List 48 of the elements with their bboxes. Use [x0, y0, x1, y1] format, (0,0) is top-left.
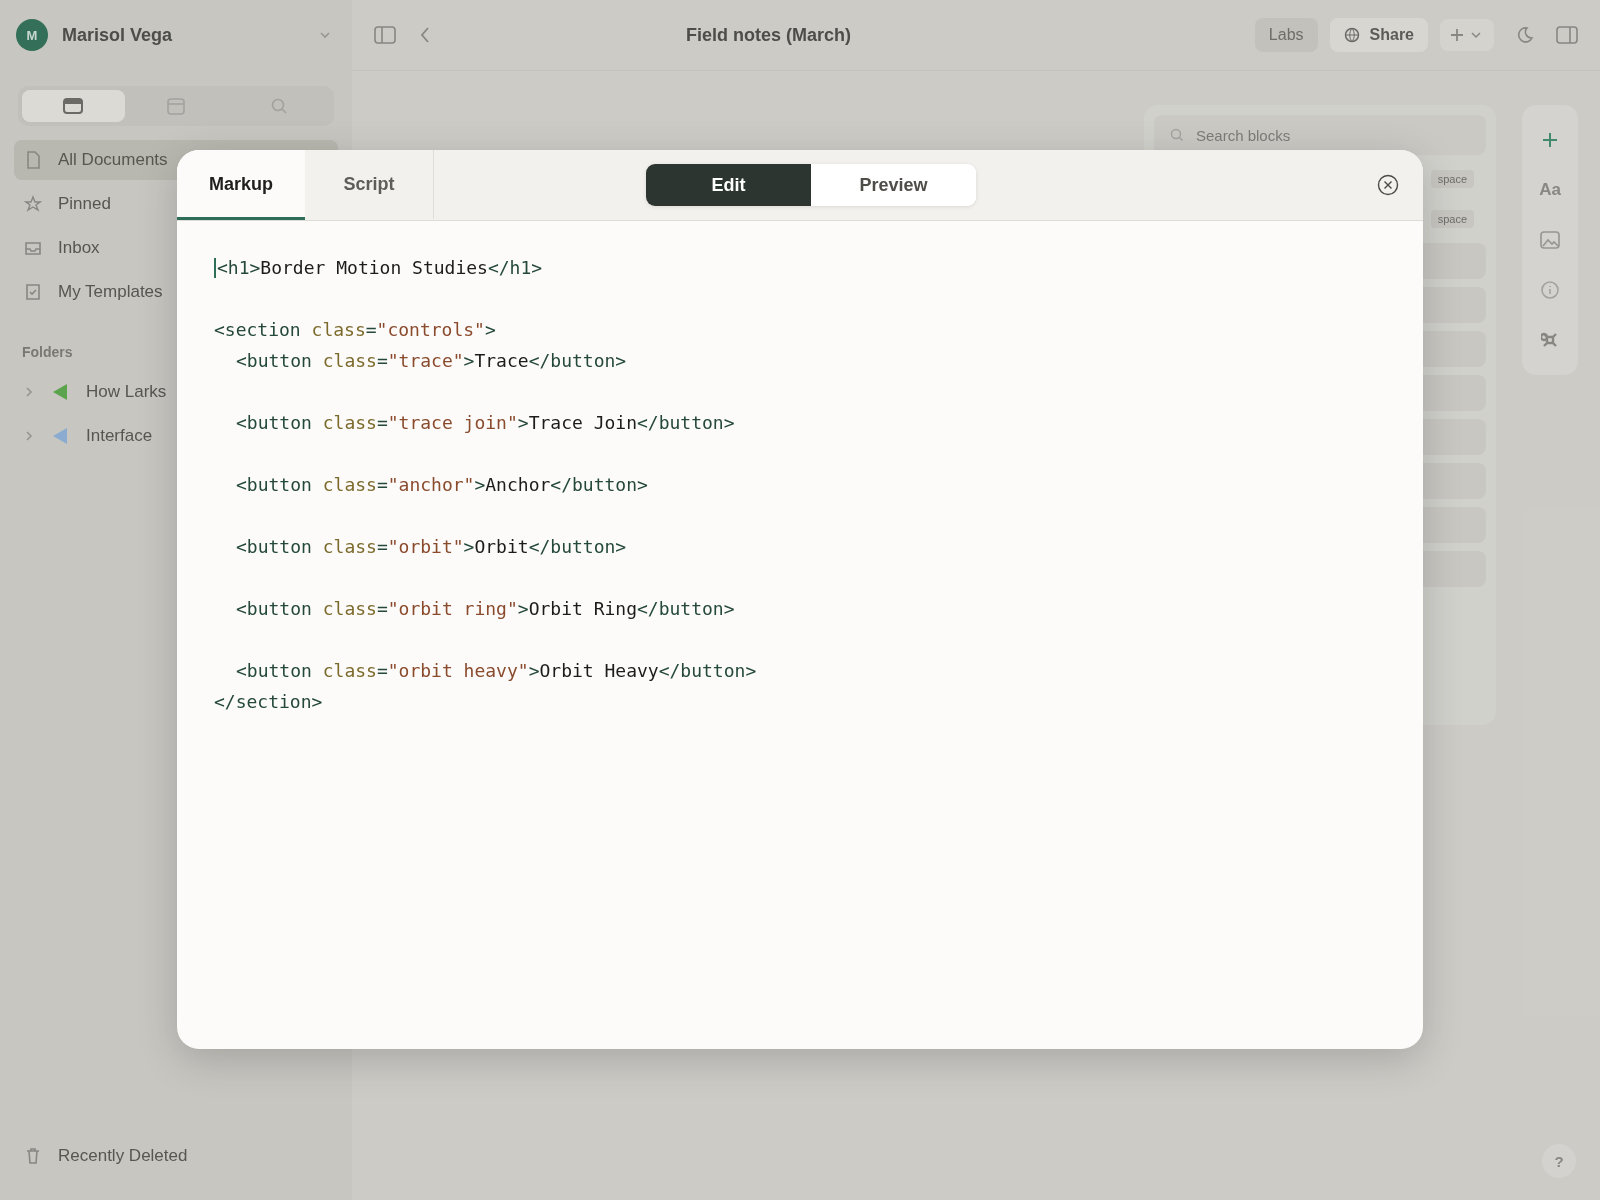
- checklist-icon: [24, 283, 42, 301]
- code-line: <button class="trace join">Trace Join</button>: [236, 412, 735, 433]
- plus-caret-icon: [1450, 28, 1484, 42]
- text-cursor: [214, 257, 216, 278]
- user-name[interactable]: Marisol Vega: [62, 24, 304, 46]
- shortcut-key: space: [1430, 210, 1474, 228]
- labs-button[interactable]: Labs: [1254, 18, 1318, 52]
- inbox-icon: [24, 239, 42, 257]
- trash-item[interactable]: Recently Deleted: [14, 1136, 338, 1176]
- panel-toggle-icon[interactable]: [1556, 26, 1578, 44]
- code-line: <button class="orbit heavy">Orbit Heavy</button>: [236, 660, 757, 681]
- chevron-right-icon[interactable]: [24, 430, 34, 442]
- add-menu-button[interactable]: [1440, 19, 1494, 51]
- code-line: </section>: [214, 691, 323, 712]
- share-button[interactable]: Share: [1329, 18, 1428, 52]
- user-avatar: M: [16, 19, 48, 51]
- search-field[interactable]: Search blocks: [1154, 115, 1486, 155]
- back-icon[interactable]: [418, 26, 432, 44]
- chevron-right-icon[interactable]: [24, 386, 34, 398]
- card-icon: [63, 98, 84, 114]
- shortcut-key: space: [1430, 170, 1474, 188]
- close-icon[interactable]: [1377, 174, 1399, 196]
- trash-icon: [24, 1147, 42, 1165]
- mode-toggle[interactable]: Preview: [811, 164, 976, 206]
- card-view-tab[interactable]: [22, 90, 125, 122]
- code-line: <button class="orbit ring">Orbit Ring</button>: [236, 598, 735, 619]
- search-icon: [269, 97, 288, 115]
- document-icon: [24, 151, 42, 169]
- moon-icon[interactable]: [1516, 26, 1534, 44]
- info-icon[interactable]: [1540, 280, 1560, 301]
- text-style-button[interactable]: Aa: [1539, 179, 1561, 200]
- globe-icon: [1343, 27, 1360, 43]
- folder-item[interactable]: How Larks: [14, 370, 338, 414]
- calendar-icon: [167, 97, 185, 115]
- image-icon[interactable]: [1540, 230, 1560, 249]
- star-icon: [24, 195, 42, 213]
- code-line: <h1>Border Motion Studies</h1>: [217, 257, 543, 278]
- code-line: <section class="controls">: [214, 319, 496, 340]
- editor-tab[interactable]: Markup: [177, 150, 305, 220]
- code-line: <button class="orbit">Orbit</button>: [236, 536, 627, 557]
- help-button[interactable]: ?: [1542, 1144, 1576, 1178]
- code-line: <button class="trace">Trace</button>: [236, 350, 627, 371]
- document-title: Field notes (March): [684, 24, 852, 46]
- mode-toggle[interactable]: Edit: [646, 164, 811, 206]
- sidebar-toggle-icon[interactable]: [374, 26, 396, 44]
- code-line: <button class="anchor">Anchor</button>: [236, 474, 648, 495]
- plus-icon[interactable]: [1541, 130, 1559, 149]
- search-icon: [1170, 128, 1184, 142]
